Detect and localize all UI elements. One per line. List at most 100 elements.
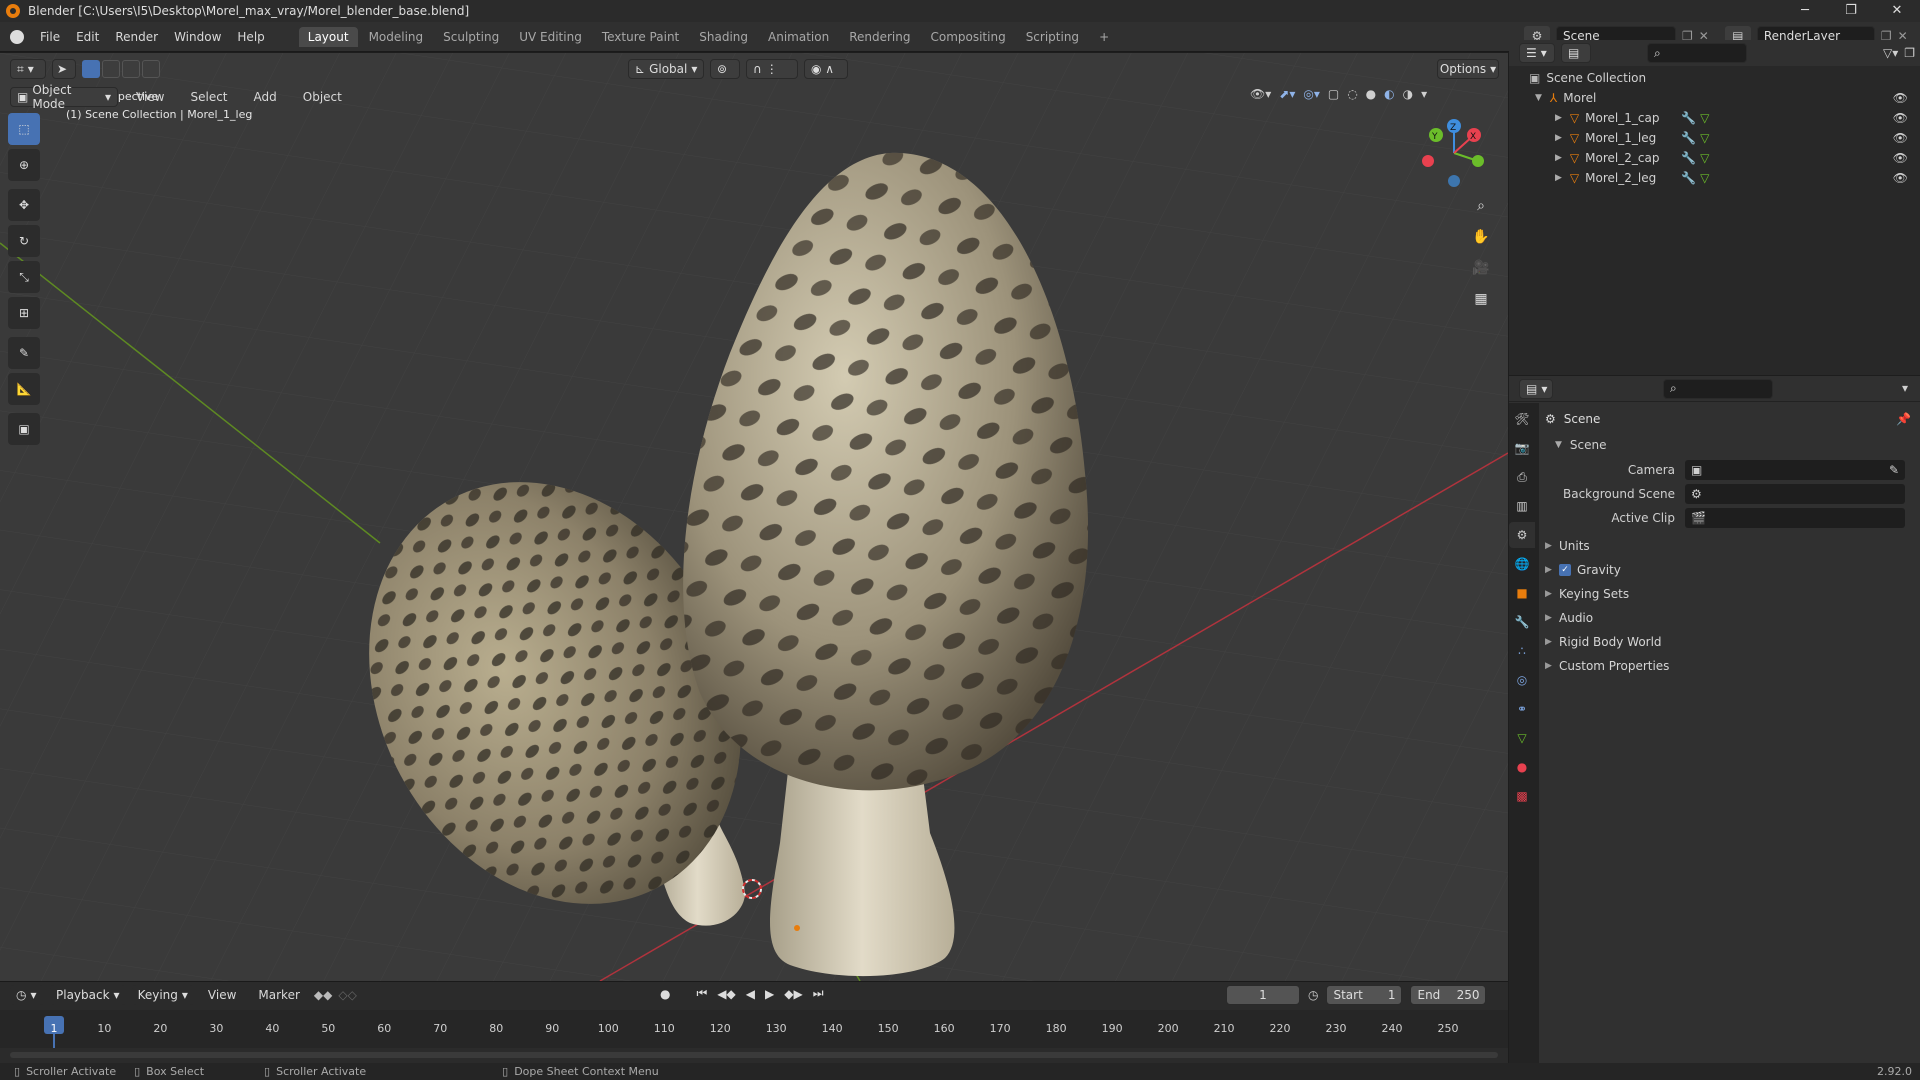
cursor-tool[interactable]: ⊕ [8,149,40,181]
select-intersect-icon[interactable] [142,60,160,78]
jump-start-icon[interactable]: ⏮ [696,986,707,1001]
shading-rendered-icon[interactable]: ◑ [1403,87,1413,101]
camera-field[interactable]: ▣ ✎ [1685,460,1905,480]
current-frame-field[interactable]: 1 [1226,985,1300,1005]
outliner-editor-type-button[interactable]: ☰ ▾ [1519,43,1555,63]
properties-editor-type-button[interactable]: ▤ ▾ [1519,378,1553,399]
overlay-toggle-icon[interactable]: ◎▾ [1303,87,1320,101]
pivot-point-dropdown[interactable]: ⊚ [710,59,740,79]
ortho-grid-icon[interactable]: ▦ [1468,286,1494,312]
timeline-menu-marker[interactable]: Marker [250,988,307,1002]
add-workspace-button[interactable]: + [1090,27,1118,47]
properties-search-input[interactable]: ⌕ [1663,378,1773,399]
viewport-menu-object[interactable]: Object [295,90,350,104]
keying-sets-section[interactable]: ▶ Keying Sets [1515,582,1915,606]
3d-viewport[interactable]: ⌗ ▾ ➤ ⊾ Global ▾ ⊚ ∩ ⋮ ◉ ∧ Options ▾ ▣ Object … [0,53,1508,981]
gizmo-toggle-icon[interactable]: ⬈▾ [1279,87,1295,101]
visibility-eye-icon[interactable]: 👁 [1893,131,1908,145]
maximize-button[interactable]: ❐ [1828,0,1874,22]
constraints-tab[interactable]: ⚭ [1509,696,1535,722]
jump-keyframe-forward-icon[interactable]: ◆▶ [784,987,802,1001]
play-icon[interactable]: ▶ [765,987,774,1001]
select-extend-icon[interactable] [102,60,120,78]
gizmo-neg-x-axis[interactable] [1422,155,1434,167]
eyedropper-icon[interactable]: ✎ [1889,463,1899,477]
rotate-tool[interactable]: ↻ [8,225,40,257]
menu-edit[interactable]: Edit [68,30,107,44]
workspace-tab-shading[interactable]: Shading [690,27,757,47]
proportional-edit-toggle[interactable]: ◉ ∧ [804,59,848,79]
gizmo-neg-y-axis[interactable] [1472,155,1484,167]
workspace-tab-texture-paint[interactable]: Texture Paint [593,27,688,47]
timeline-editor-type-button[interactable]: ◷ ▾ [10,985,44,1005]
workspace-tab-modeling[interactable]: Modeling [360,27,433,47]
shading-wireframe-icon[interactable]: ◌ [1347,87,1357,101]
select-new-icon[interactable] [82,60,100,78]
outliner-item-scene-collection[interactable]: ▣ Scene Collection [1509,68,1920,88]
outliner-item-morel-2-leg[interactable]: ▶ ▽ Morel_2_leg 🔧 ▽ 👁 [1509,168,1920,188]
keyframe-delete-icon[interactable]: ◇◇ [338,988,356,1002]
xray-toggle-icon[interactable]: ▢ [1328,87,1339,101]
expand-triangle-icon[interactable]: ▶ [1555,153,1562,163]
viewport-menu-view[interactable]: View [128,90,172,104]
close-button[interactable]: ✕ [1874,0,1920,22]
background-scene-field[interactable]: ⚙ [1685,484,1905,504]
workspace-tab-rendering[interactable]: Rendering [840,27,919,47]
visibility-eye-icon[interactable]: 👁 [1893,91,1908,105]
keyframe-insert-icon[interactable]: ◆◆ [314,988,332,1002]
shading-solid-icon[interactable]: ● [1366,87,1376,101]
workspace-tab-animation[interactable]: Animation [759,27,838,47]
end-frame-field[interactable]: End 250 [1410,985,1487,1005]
add-cube-tool[interactable]: ▣ [8,413,40,445]
outliner-item-morel[interactable]: ▼ ⅄ Morel 👁 [1509,88,1920,108]
gravity-section[interactable]: ▶ ✓ Gravity [1515,558,1915,582]
object-data-tab[interactable]: ▽ [1509,725,1535,751]
active-clip-field[interactable]: 🎬 [1685,508,1905,528]
workspace-tab-scripting[interactable]: Scripting [1017,27,1088,47]
visibility-eye-icon[interactable]: 👁▾ [1250,87,1271,101]
select-subtract-icon[interactable] [122,60,140,78]
minimize-button[interactable]: ─ [1782,0,1828,22]
custom-properties-section[interactable]: ▶ Custom Properties [1515,654,1915,678]
zoom-icon[interactable]: ⌕ [1468,193,1494,219]
texture-tab[interactable]: ▩ [1509,783,1535,809]
shading-material-icon[interactable]: ◐ [1384,87,1394,101]
viewport-menu-add[interactable]: Add [246,90,285,104]
outliner-search-input[interactable]: ⌕ [1647,43,1747,63]
audio-section[interactable]: ▶ Audio [1515,606,1915,630]
gizmo-neg-z-axis[interactable] [1448,175,1460,187]
display-mode-button[interactable]: ▤ [1561,43,1591,63]
keying-menu[interactable]: Keying ▾ [131,985,194,1005]
editor-type-button[interactable]: ⌗ ▾ [10,59,46,79]
view-layer-tab[interactable]: ▥ [1509,493,1535,519]
menu-file[interactable]: File [32,30,68,44]
visibility-eye-icon[interactable]: 👁 [1893,171,1908,185]
camera-view-icon[interactable]: 🎥 [1468,255,1494,281]
scene-panel-header[interactable]: ▼ Scene [1545,432,1915,458]
navigation-gizmo[interactable]: Z X Y [1418,113,1498,193]
shading-options-icon[interactable]: ▾ [1421,87,1427,101]
workspace-tab-compositing[interactable]: Compositing [921,27,1014,47]
transform-tool[interactable]: ⊞ [8,297,40,329]
visibility-eye-icon[interactable]: 👁 [1893,151,1908,165]
select-tool-mode-button[interactable]: ➤ [52,59,76,79]
menu-window[interactable]: Window [166,30,229,44]
rigid-body-world-section[interactable]: ▶ Rigid Body World [1515,630,1915,654]
select-box-tool[interactable]: ⬚ [8,113,40,145]
pan-hand-icon[interactable]: ✋ [1468,224,1494,250]
blender-menu-icon[interactable] [10,29,24,44]
expand-triangle-icon[interactable]: ▶ [1555,113,1562,123]
workspace-tab-layout[interactable]: Layout [298,26,358,47]
measure-tool[interactable]: 📐 [8,373,40,405]
options-dropdown[interactable]: Options ▾ [1437,59,1499,79]
workspace-tab-sculpting[interactable]: Sculpting [434,27,508,47]
expand-triangle-icon[interactable]: ▶ [1555,133,1562,143]
output-tab[interactable]: ⎙ [1509,464,1535,490]
workspace-tab-uv-editing[interactable]: UV Editing [510,27,591,47]
outliner-item-morel-1-leg[interactable]: ▶ ▽ Morel_1_leg 🔧 ▽ 👁 [1509,128,1920,148]
record-icon[interactable]: ● [660,987,670,1001]
scale-tool[interactable]: ⤡ [8,261,40,293]
outliner-item-morel-2-cap[interactable]: ▶ ▽ Morel_2_cap 🔧 ▽ 👁 [1509,148,1920,168]
playback-menu[interactable]: Playback ▾ [50,985,126,1005]
filter-icon[interactable]: ▽▾ [1883,46,1898,60]
